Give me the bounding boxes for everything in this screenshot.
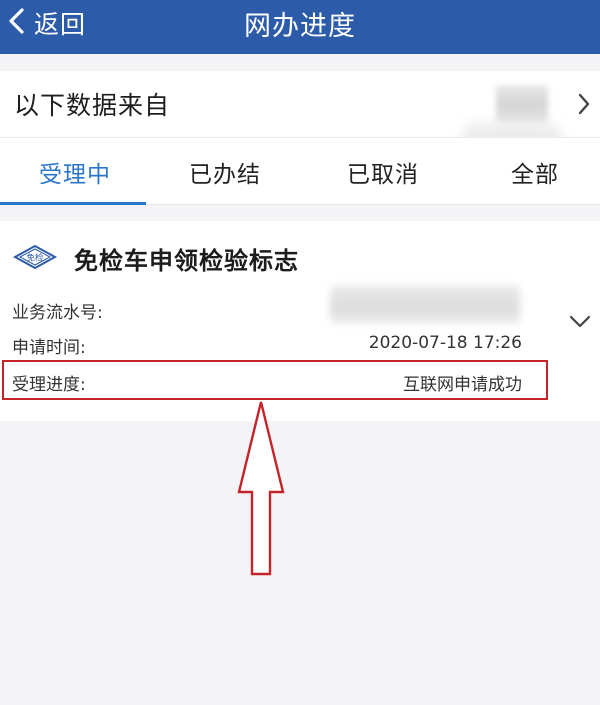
badge-text: 免检: [26, 253, 44, 264]
page-title: 网办进度: [244, 10, 356, 42]
active-tab-indicator: [0, 202, 146, 205]
data-source-label: 以下数据来自: [14, 91, 171, 120]
chevron-right-icon: [578, 93, 590, 115]
tab-in-progress[interactable]: 受理中: [0, 138, 150, 205]
status-tabs: 受理中 已办结 已取消 全部: [0, 137, 600, 205]
apply-time-value: 2020-07-18 17:26: [368, 333, 522, 353]
apply-time-label: 申请时间:: [12, 338, 86, 358]
chevron-down-icon[interactable]: [568, 313, 592, 329]
blurred-serial-number: [330, 285, 520, 323]
card-title: 免检车申领检验标志: [74, 247, 299, 275]
serial-number-label: 业务流水号:: [12, 303, 103, 323]
navigation-bar: 返回 网办进度: [0, 0, 600, 54]
application-card[interactable]: 免检 免检车申领检验标志 业务流水号: 申请时间: 2020-07-18 17:…: [0, 221, 600, 421]
data-source-row[interactable]: 以下数据来自: [0, 71, 600, 153]
highlight-box: [2, 360, 548, 400]
inspection-badge-icon: 免检: [12, 244, 58, 270]
blurred-source-logo: [496, 85, 548, 123]
tab-completed[interactable]: 已办结: [150, 138, 300, 205]
tab-all[interactable]: 全部: [460, 138, 600, 205]
tab-cancelled[interactable]: 已取消: [308, 138, 458, 205]
up-arrow-annotation: [237, 401, 285, 576]
